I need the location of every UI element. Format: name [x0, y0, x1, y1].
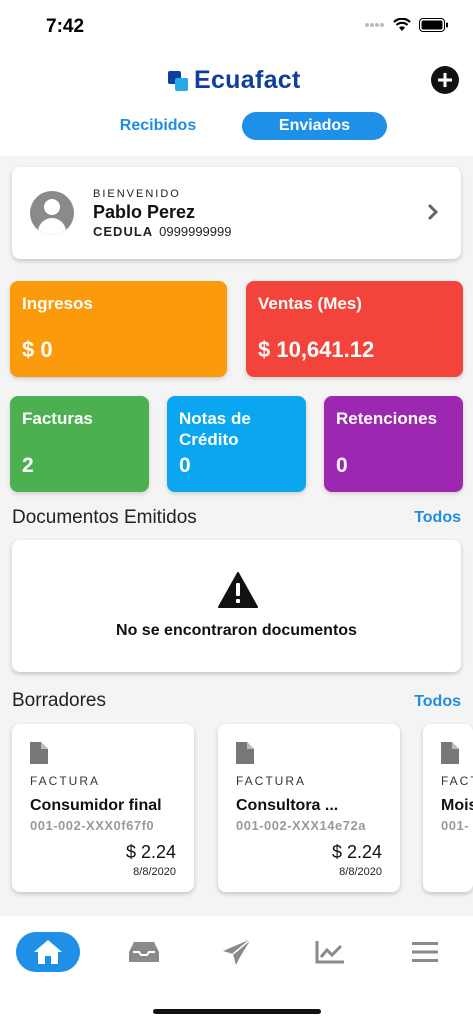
document-icon: [236, 742, 254, 764]
draft-client: Consultora ...: [236, 797, 339, 814]
warning-icon: [218, 572, 258, 608]
inbox-icon: [129, 942, 159, 962]
nav-home[interactable]: [16, 932, 80, 972]
user-id: CEDULA 0999999999: [93, 224, 231, 239]
stat-label: Ingresos: [22, 294, 93, 313]
draft-card[interactable]: FACT Mois 001-: [423, 724, 473, 892]
add-button[interactable]: [431, 66, 459, 94]
draft-amount: $ 2.24: [125, 842, 176, 862]
stat-retenciones[interactable]: Retenciones 0: [324, 396, 463, 492]
section-title-borradores: Borradores: [12, 690, 106, 711]
menu-icon: [412, 942, 438, 962]
document-icon: [30, 742, 48, 764]
section-title-emitidos: Documentos Emitidos: [12, 507, 197, 528]
stat-label: Retenciones: [336, 409, 438, 428]
draft-type: FACTURA: [30, 774, 101, 788]
battery-icon: [419, 18, 448, 32]
home-icon: [34, 940, 62, 964]
stat-value: $ 0: [22, 337, 53, 362]
stat-label: Notas de Crédito: [179, 409, 251, 449]
draft-card[interactable]: FACTURA Consultora ... 001-002-XXX14e72a…: [218, 724, 400, 892]
borradores-todos-link[interactable]: Todos: [414, 693, 461, 711]
stat-label: Ventas (Mes): [258, 294, 362, 313]
id-value: 0999999999: [159, 224, 232, 239]
draft-amount: $ 2.24: [331, 842, 382, 862]
draft-date: 8/8/2020: [339, 866, 382, 878]
stat-value: $ 10,641.12: [258, 337, 375, 362]
draft-card[interactable]: FACTURA Consumidor final 001-002-XXX0f67…: [12, 724, 194, 892]
stat-ingresos[interactable]: Ingresos $ 0: [10, 281, 227, 377]
stat-value: 0: [179, 454, 191, 477]
nav-menu[interactable]: [393, 932, 457, 972]
nav-send[interactable]: [205, 932, 269, 972]
status-time: 7:42: [46, 16, 85, 37]
status-bar: 7:42: [0, 0, 473, 54]
draft-client: Mois: [441, 797, 473, 814]
tab-recibidos[interactable]: Recibidos: [110, 112, 206, 140]
plus-icon: [438, 73, 452, 87]
stat-facturas[interactable]: Facturas 2: [10, 396, 149, 492]
stat-label: Facturas: [22, 409, 93, 428]
stat-value: 0: [336, 454, 348, 477]
stat-ventas[interactable]: Ventas (Mes) $ 10,641.12: [246, 281, 463, 377]
status-icons: [365, 18, 449, 32]
chart-icon: [315, 941, 344, 964]
draft-type: FACTURA: [236, 774, 307, 788]
send-icon: [223, 938, 252, 965]
chevron-right-icon: [427, 203, 439, 221]
tab-enviados[interactable]: Enviados: [242, 112, 387, 140]
signal-icon: [365, 23, 384, 27]
empty-message: No se encontraron documentos: [116, 622, 357, 639]
empty-state-card: No se encontraron documentos: [12, 540, 461, 672]
document-icon: [441, 742, 459, 764]
welcome-label: BIENVENIDO: [93, 188, 181, 200]
draft-code: 001-002-XXX0f67f0: [30, 818, 155, 833]
stat-notas-credito[interactable]: Notas de Crédito 0: [167, 396, 306, 492]
home-indicator: [153, 1009, 321, 1014]
app-logo: Ecuafact: [168, 66, 301, 95]
emitidos-todos-link[interactable]: Todos: [414, 509, 461, 527]
stat-value: 2: [22, 454, 34, 477]
id-label: CEDULA: [93, 224, 154, 239]
draft-date: 8/8/2020: [133, 866, 176, 878]
logo-mark-icon: [168, 70, 188, 91]
user-card[interactable]: BIENVENIDO Pablo Perez CEDULA 0999999999: [12, 167, 461, 259]
wifi-icon: [393, 18, 411, 31]
app-header: Ecuafact Recibidos Enviados: [0, 54, 473, 156]
brand-name: Ecuafact: [194, 66, 301, 94]
nav-inbox[interactable]: [112, 932, 176, 972]
bottom-navigation: [0, 916, 473, 1024]
draft-code: 001-: [441, 818, 470, 833]
tab-bar: Recibidos Enviados: [0, 112, 473, 140]
user-name: Pablo Perez: [93, 202, 196, 222]
draft-client: Consumidor final: [30, 797, 162, 814]
draft-code: 001-002-XXX14e72a: [236, 818, 366, 833]
avatar-icon: [30, 191, 74, 235]
nav-chart[interactable]: [298, 932, 362, 972]
draft-type: FACT: [441, 774, 473, 788]
